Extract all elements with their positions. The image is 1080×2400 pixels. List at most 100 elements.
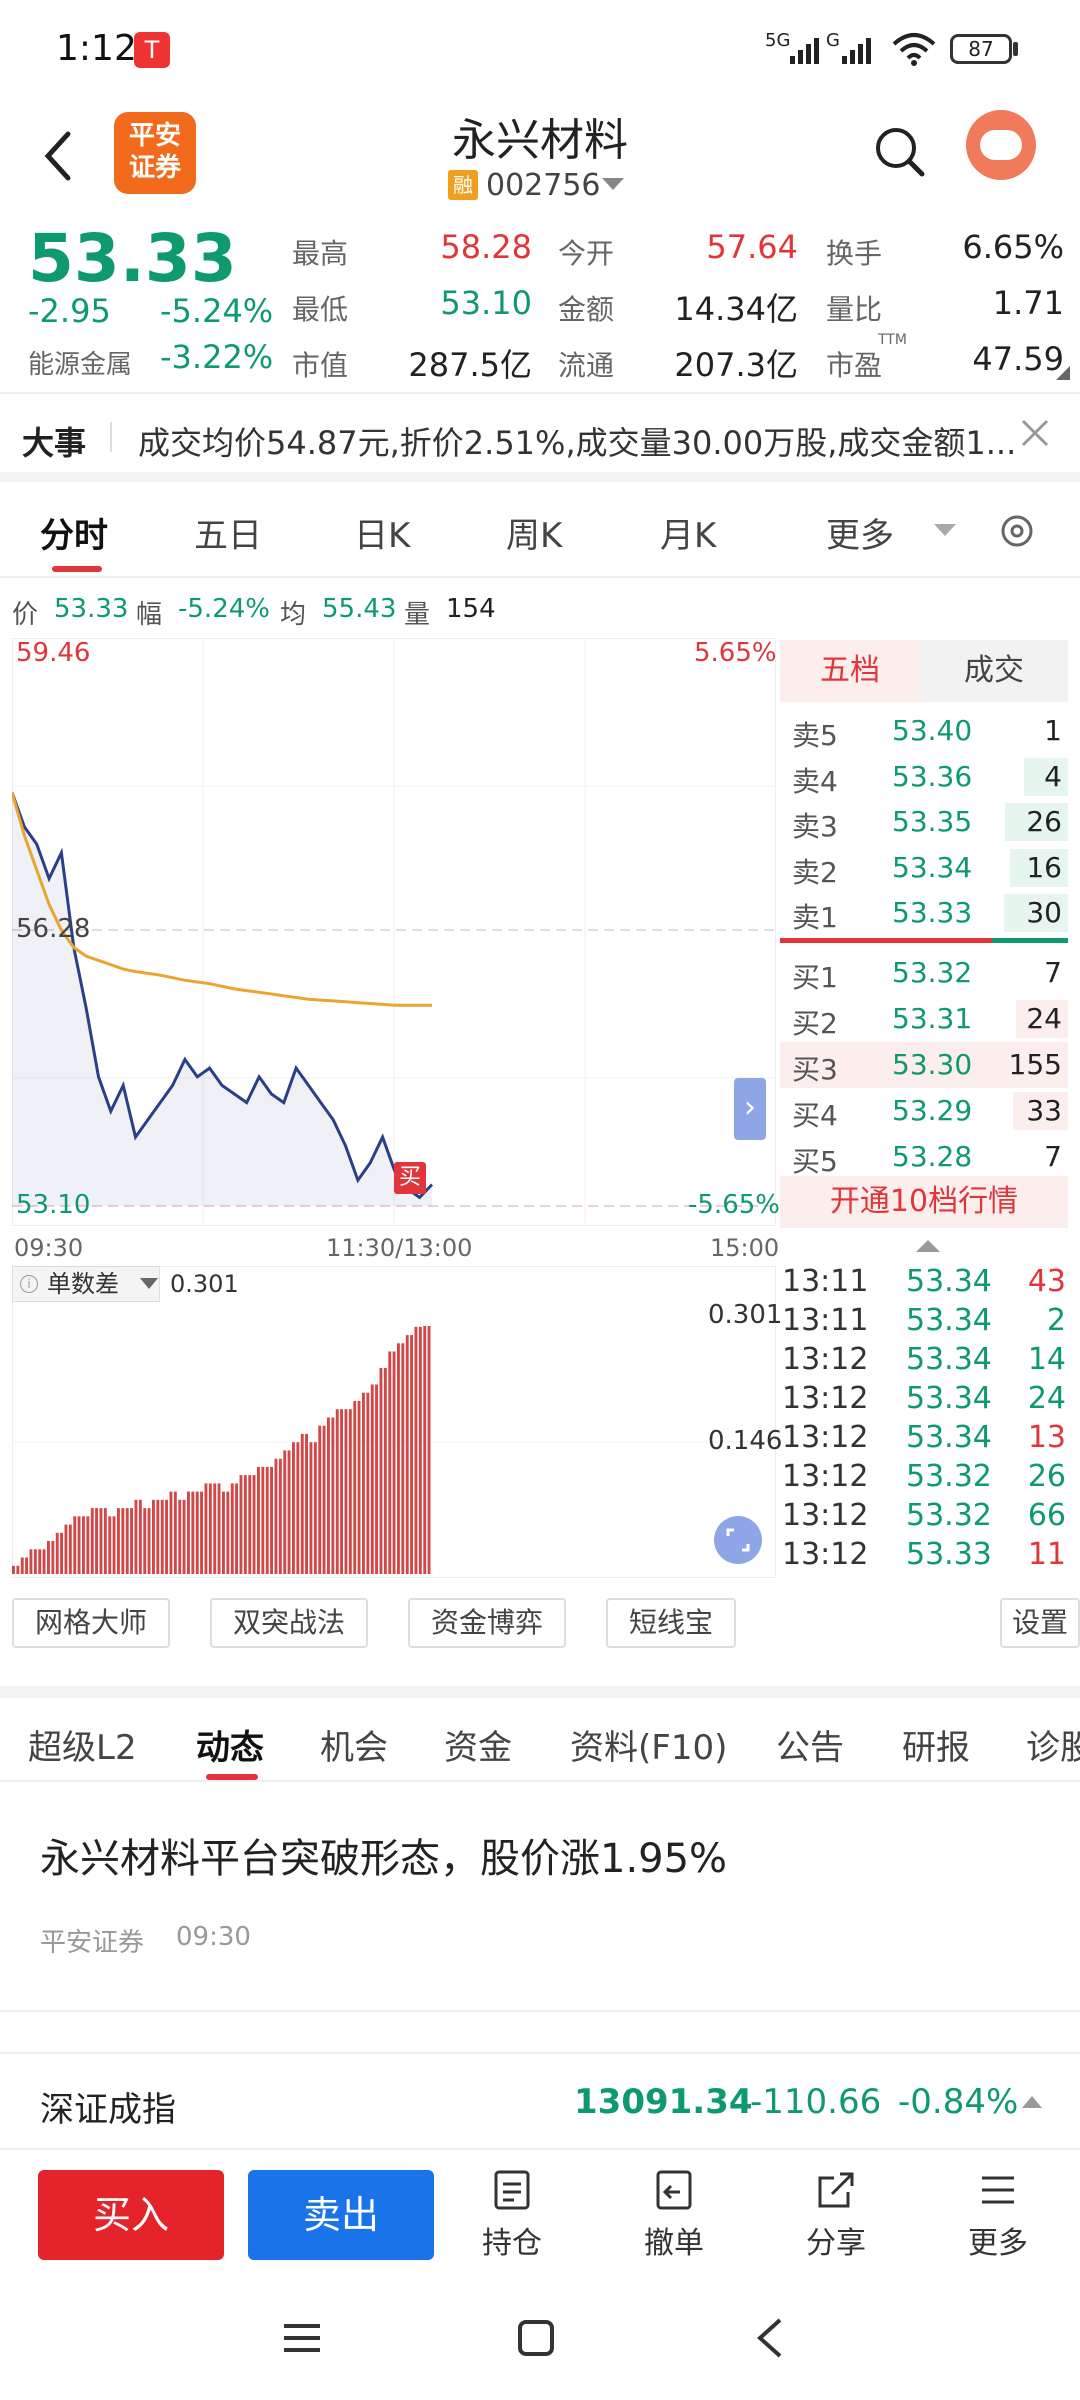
ask-vol: 16 (1026, 850, 1062, 884)
indicator-bar (213, 1483, 217, 1574)
event-bar[interactable]: 大事 成交均价54.87元,折价2.51%,成交量30.00万股,成交金额1..… (0, 392, 1080, 482)
tab-opportunity[interactable]: 机会 (320, 1720, 388, 1769)
tab-intraday[interactable]: 分时 (40, 508, 108, 557)
system-nav-bar (0, 2278, 1080, 2400)
bid-label: 买4 (792, 1099, 838, 1132)
float-cap-label: 流通 (558, 349, 615, 382)
margin-badge: 融 (448, 170, 478, 200)
trade-tick-row: 13:11 53.34 43 (780, 1262, 1070, 1302)
indicator-bar (42, 1549, 46, 1574)
orderbook-tab-five[interactable]: 五档 (780, 640, 920, 702)
tab-f10[interactable]: 资料(F10) (570, 1720, 727, 1769)
bid-label: 买5 (792, 1145, 838, 1178)
sector-name[interactable]: 能源金属 (28, 344, 132, 381)
ask-row[interactable]: 卖3 53.35 26 (780, 799, 1068, 845)
indicator-bar (353, 1401, 357, 1574)
open-label: 今开 (558, 237, 615, 270)
avatar-face-icon (980, 130, 1022, 160)
home-icon[interactable] (516, 2318, 556, 2358)
tab-monthly-k[interactable]: 月K (660, 508, 716, 557)
nav-back-icon[interactable] (752, 2316, 788, 2360)
orderbook-tab-trades[interactable]: 成交 (920, 640, 1068, 702)
tab-more[interactable]: 更多 (826, 508, 894, 557)
ask-row[interactable]: 卖1 53.33 30 (780, 890, 1068, 936)
search-icon[interactable] (872, 124, 928, 180)
double-break-button[interactable]: 双突战法 (210, 1598, 368, 1648)
tab-dynamics[interactable]: 动态 (196, 1720, 264, 1769)
tab-diagnosis[interactable]: 诊股 (1026, 1720, 1080, 1769)
ask-price: 53.40 (892, 714, 973, 747)
stock-header: 平安 证券 永兴材料 融 002756 (0, 96, 1080, 214)
intraday-chart[interactable]: 59.46 5.65% 56.28 53.10 -5.65% 买 › (12, 638, 780, 1226)
tab-super-l2[interactable]: 超级L2 (28, 1720, 137, 1769)
assistant-avatar[interactable] (966, 110, 1036, 180)
gear-icon[interactable] (996, 510, 1038, 552)
pct-top-label: 5.65% (694, 638, 777, 668)
indicator-chart[interactable]: 单数差 i 0.301 0.301 0.146 (12, 1266, 782, 1578)
x-label-close: 15:00 (710, 1234, 780, 1262)
tab-announcements[interactable]: 公告 (776, 1720, 844, 1769)
more-actions-button[interactable]: 更多 (938, 2168, 1058, 2262)
high-value: 58.28 (440, 228, 532, 266)
cancel-order-button[interactable]: 撤单 (614, 2168, 734, 2262)
tab-research[interactable]: 研报 (902, 1720, 970, 1769)
amount-value: 14.34亿 (674, 290, 798, 328)
tools-settings-button[interactable]: 设置 (1000, 1598, 1080, 1648)
indicator-bar (29, 1549, 33, 1574)
indicator-bar (379, 1368, 383, 1574)
back-icon[interactable] (38, 126, 78, 186)
bid-row[interactable]: 买1 53.32 7 (780, 950, 1068, 996)
index-ticker-bar[interactable]: 深证成指 13091.34 -110.66 -0.84% (0, 2052, 1080, 2148)
x-label-mid: 11:30/13:00 (326, 1234, 473, 1262)
stock-code[interactable]: 002756 (486, 168, 601, 203)
sell-button[interactable]: 卖出 (248, 2170, 434, 2260)
index-expand-icon[interactable] (1022, 2096, 1042, 2108)
indicator-bar (134, 1499, 138, 1574)
signal-icon-2 (842, 38, 871, 64)
pe-ttm-sup: TTM (878, 332, 907, 348)
tick-vol: 14 (1027, 1342, 1066, 1377)
indicator-bar (152, 1499, 155, 1574)
tab-funds[interactable]: 资金 (444, 1720, 512, 1769)
indicator-dropdown-icon[interactable] (140, 1278, 158, 1290)
tab-weekly-k[interactable]: 周K (506, 508, 562, 557)
broker-logo[interactable]: 平安 证券 (114, 112, 196, 194)
tick-time: 13:12 (782, 1342, 869, 1377)
bid-row[interactable]: 买5 53.28 7 (780, 1134, 1068, 1180)
tick-time: 13:11 (782, 1264, 869, 1299)
bid-row[interactable]: 买2 53.31 24 (780, 996, 1068, 1042)
upgrade-level10-button[interactable]: 开通10档行情 (780, 1176, 1068, 1228)
expand-orderbook-button[interactable]: › (734, 1078, 766, 1140)
indicator-bar (278, 1458, 282, 1574)
bid-row[interactable]: 买3 53.30 155 (780, 1042, 1068, 1088)
close-icon[interactable] (1020, 418, 1050, 448)
grid-master-button[interactable]: 网格大师 (12, 1598, 170, 1648)
share-button[interactable]: 分享 (776, 2168, 896, 2262)
fund-game-button[interactable]: 资金博弈 (408, 1598, 566, 1648)
ask-row[interactable]: 卖2 53.34 16 (780, 845, 1068, 891)
ask-vol: 30 (1026, 896, 1062, 929)
fullscreen-icon[interactable] (714, 1516, 762, 1564)
positions-label: 持仓 (482, 2226, 542, 2261)
indicator-bar (117, 1508, 120, 1574)
ask-row[interactable]: 卖5 53.40 1 (780, 708, 1068, 754)
indicator-bar (90, 1508, 94, 1574)
news-title: 永兴材料平台突破形态，股价涨1.95% (40, 1836, 728, 1882)
indicator-bar (274, 1458, 278, 1574)
menu-icon[interactable] (280, 2318, 324, 2358)
expand-corner-icon[interactable] (1056, 366, 1070, 380)
tab-five-day[interactable]: 五日 (194, 508, 262, 557)
bid-row[interactable]: 买4 53.29 33 (780, 1088, 1068, 1134)
more-dropdown-icon[interactable] (934, 524, 956, 538)
network-g-label: G (826, 30, 840, 51)
ask-row[interactable]: 卖4 53.36 4 (780, 754, 1068, 800)
tab-daily-k[interactable]: 日K (354, 508, 410, 557)
code-dropdown-icon[interactable] (602, 178, 624, 192)
news-item[interactable]: 永兴材料平台突破形态，股价涨1.95% 平安证券 09:30 (0, 1782, 1080, 2012)
buy-button[interactable]: 买入 (38, 2170, 224, 2260)
ticks-scroll-up-icon[interactable] (916, 1238, 940, 1252)
short-line-button[interactable]: 短线宝 (606, 1598, 736, 1648)
broker-logo-line2: 证券 (128, 153, 181, 183)
news-time: 09:30 (176, 1922, 251, 1952)
positions-button[interactable]: 持仓 (452, 2168, 572, 2262)
